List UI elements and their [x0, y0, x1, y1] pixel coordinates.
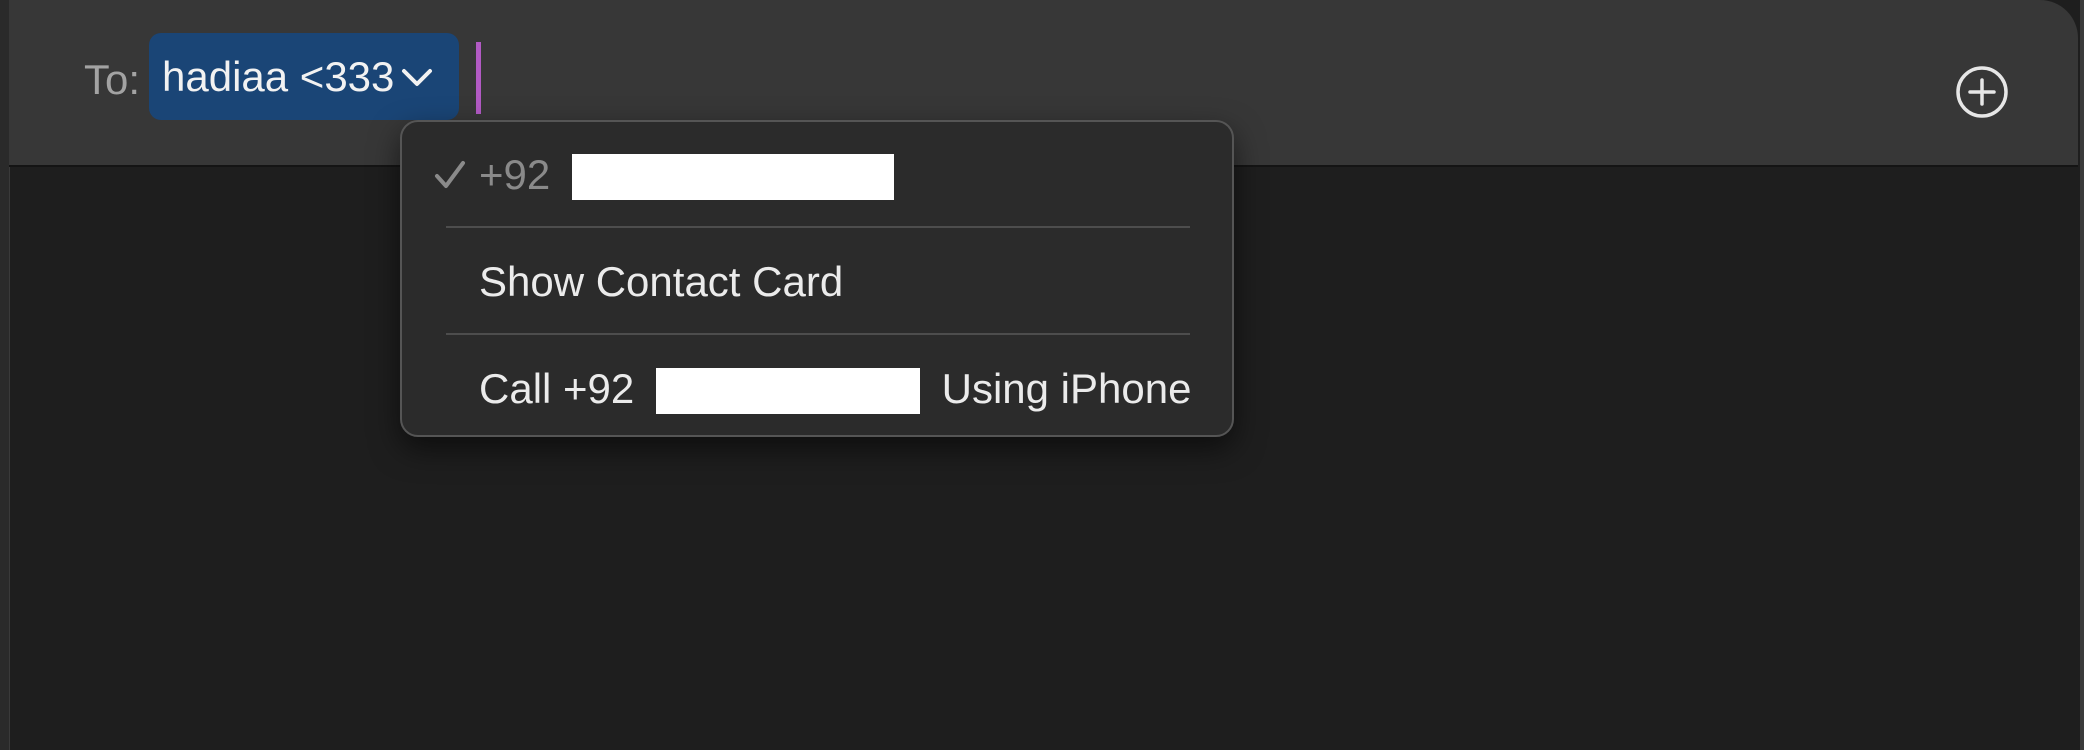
menu-separator [446, 333, 1190, 335]
to-label: To: [84, 56, 141, 103]
text-insertion-caret [476, 42, 481, 114]
messages-compose-window: To: hadiaa <333 +92 Show Contact Card Ca… [0, 0, 2084, 750]
recipient-name: hadiaa <333 [162, 52, 395, 100]
menu-item-number-text: +92 [479, 150, 894, 201]
plus-circle-icon[interactable] [1955, 65, 2009, 119]
call-prefix: Call +92 [479, 364, 635, 412]
show-contact-card-label: Show Contact Card [479, 258, 844, 305]
recipient-context-menu: +92 Show Contact Card Call +92 Using iPh… [400, 120, 1234, 437]
menu-item-call-using-iphone[interactable]: Call +92 Using iPhone [402, 349, 1232, 429]
call-item-text: Call +92 Using iPhone [479, 364, 1191, 415]
menu-item-current-number: +92 [402, 135, 1232, 215]
call-suffix: Using iPhone [941, 364, 1192, 412]
redacted-number-block [655, 368, 920, 415]
recipient-token[interactable]: hadiaa <333 [149, 33, 459, 120]
checkmark-icon [435, 161, 465, 188]
menu-separator [446, 226, 1190, 228]
window-right-edge [2080, 0, 2084, 750]
menu-item-show-contact-card[interactable]: Show Contact Card [402, 242, 1232, 322]
redacted-number-block [571, 154, 894, 201]
number-prefix: +92 [479, 150, 551, 198]
chevron-down-icon[interactable] [400, 65, 434, 89]
